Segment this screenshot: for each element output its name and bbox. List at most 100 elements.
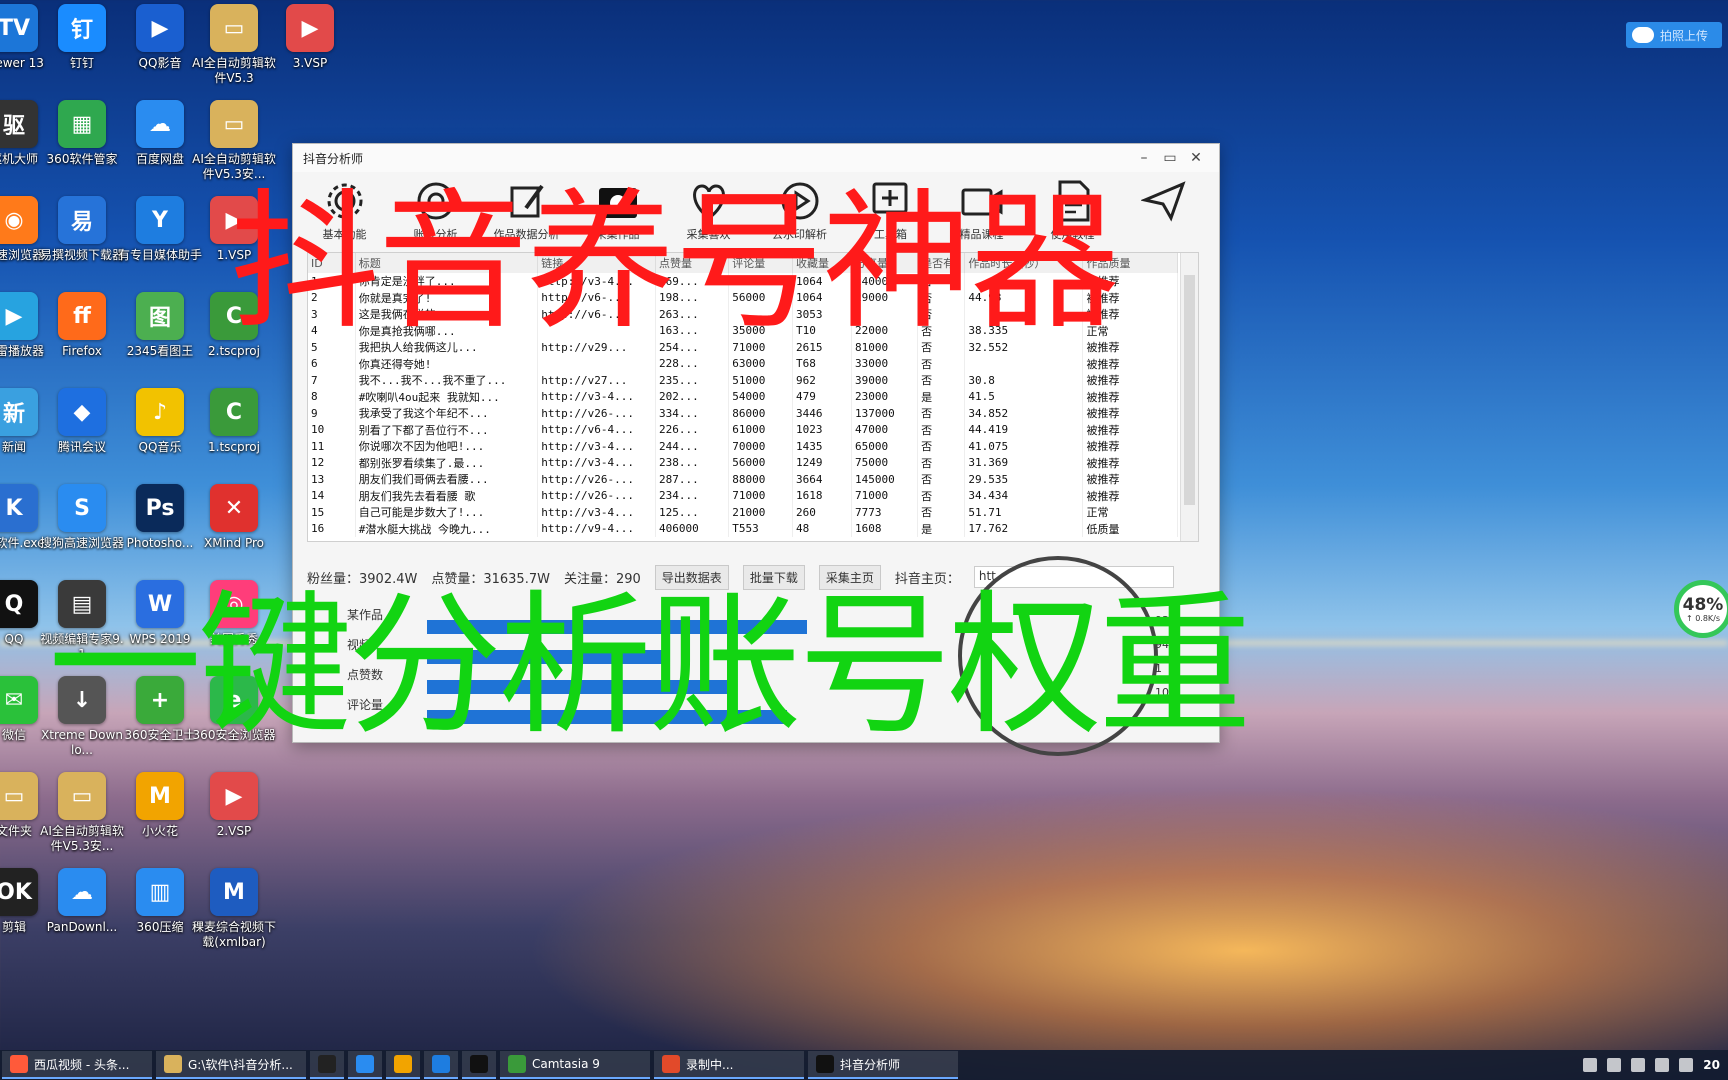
table-cell: 自己可能是步数大了!... <box>355 504 539 521</box>
desktop-icon[interactable]: ✕ XMind Pro <box>192 484 276 551</box>
table-cell: 3446 <box>792 405 853 422</box>
taskbar-app[interactable] <box>386 1051 420 1079</box>
desktop-icon[interactable]: ▶ 3.VSP <box>268 4 352 71</box>
taskbar-app[interactable] <box>424 1051 458 1079</box>
table-cell: 否 <box>917 421 966 438</box>
desktop-icon[interactable]: ▭ AI全自动剪辑软件V5.3 <box>192 4 276 86</box>
table-cell: 17.762 <box>964 520 1084 537</box>
desktop-icon[interactable]: ▦ 360软件管家 <box>40 100 124 167</box>
table-cell: 30.8 <box>964 372 1084 389</box>
table-cell: http://v26-... <box>537 471 657 488</box>
table-row[interactable]: 8 #吹喇叭4ou起来 我就知... http://v3-4... 202... 540… <box>308 388 1178 405</box>
tray-icon[interactable] <box>1655 1058 1670 1072</box>
table-cell: 否 <box>917 405 966 422</box>
table-cell: #吹喇叭4ou起来 我就知... <box>355 388 539 405</box>
table-row[interactable]: 9 我承受了我这个年纪不... http://v26-... 334... 86000 3… <box>308 405 1178 422</box>
table-cell: #潜水艇大挑战 今晚九... <box>355 520 539 537</box>
table-cell: 1249 <box>792 454 853 471</box>
desktop-icon[interactable]: Ps Photosho... <box>118 484 202 551</box>
table-cell: http://v26-... <box>537 487 657 504</box>
table-cell: 51.71 <box>964 504 1084 521</box>
maximize-button[interactable]: ▭ <box>1157 150 1183 166</box>
window-title: 抖音分析师 <box>303 151 364 166</box>
desktop-icon-label: AI全自动剪辑软件V5.3 <box>192 56 276 85</box>
table-cell: 否 <box>917 504 966 521</box>
desktop-icon[interactable]: ▥ 360压缩 <box>118 868 202 935</box>
desktop-icon[interactable]: ▶ 2.VSP <box>192 772 276 839</box>
overlay-headline-green: 一键分析账号权重 <box>48 577 1252 756</box>
close-button[interactable]: ✕ <box>1183 150 1209 166</box>
desktop-icon[interactable]: 易易撰视频下载器 <box>40 196 124 263</box>
tray-icon[interactable] <box>1583 1058 1598 1072</box>
desktop-icon[interactable]: 图 2345看图王 <box>118 292 202 359</box>
clock[interactable]: 20 <box>1703 1058 1720 1072</box>
cloud-upload-button[interactable]: 拍照上传 <box>1626 22 1722 48</box>
table-cell: 否 <box>917 454 966 471</box>
app-icon: OK <box>0 868 38 916</box>
app-icon: ▭ <box>210 4 258 52</box>
table-cell: 被推荐 <box>1082 487 1178 504</box>
taskbar-app[interactable]: Camtasia 9 <box>500 1051 650 1079</box>
taskbar-app[interactable] <box>462 1051 496 1079</box>
desktop-icon[interactable]: S 搜狗高速浏览器 <box>40 484 124 551</box>
taskbar-app[interactable] <box>310 1051 344 1079</box>
scrollbar-thumb[interactable] <box>1184 275 1195 505</box>
table-cell: 被推荐 <box>1082 388 1178 405</box>
desktop-icon[interactable]: ▶ QQ影音 <box>118 4 202 71</box>
volume-icon[interactable] <box>1679 1058 1694 1072</box>
table-row[interactable]: 16 #潜水艇大挑战 今晚九... http://v9-4... 406000 T553… <box>308 520 1178 537</box>
table-cell: 56000 <box>728 454 794 471</box>
desktop-icon[interactable]: M 小火花 <box>118 772 202 839</box>
network-percent: 48% <box>1682 594 1724 615</box>
table-cell: 8 <box>308 388 356 405</box>
taskbar-app-label: 西瓜视频 - 头条... <box>34 1057 130 1072</box>
desktop-icon[interactable]: ☁ 百度网盘 <box>118 100 202 167</box>
overlay-headline-red: 抖音养号神器 <box>230 176 1120 350</box>
taskbar-app[interactable] <box>348 1051 382 1079</box>
desktop-icon[interactable]: Y 有专目媒体助手 <box>118 196 202 263</box>
table-row[interactable]: 10 别看了下都了吾位行不... http://v6-4... 226... 61000… <box>308 421 1178 438</box>
table-scrollbar[interactable] <box>1180 253 1198 541</box>
tray-icon[interactable] <box>1607 1058 1622 1072</box>
desktop-icon[interactable]: ☁ PanDownl... <box>40 868 124 935</box>
desktop-icon[interactable]: C 1.tscproj <box>192 388 276 455</box>
table-cell: 3664 <box>792 471 853 488</box>
table-cell: 1608 <box>851 520 919 537</box>
desktop-icon[interactable]: M 稞麦综合视频下载(xmlbar) <box>192 868 276 950</box>
taskbar-app[interactable]: G:\软件\抖音分析... <box>156 1051 306 1079</box>
desktop-icon-label: 稞麦综合视频下载(xmlbar) <box>192 920 277 949</box>
tray-icon[interactable] <box>1631 1058 1646 1072</box>
app-icon: ♪ <box>136 388 184 436</box>
network-meter[interactable]: 48% ↑ 0.8K/s <box>1674 580 1728 638</box>
desktop-icon[interactable]: ♪ QQ音乐 <box>118 388 202 455</box>
app-icon: ▥ <box>136 868 184 916</box>
table-cell: http://v26-... <box>537 405 657 422</box>
cloud-upload-label: 拍照上传 <box>1660 28 1709 43</box>
minimize-button[interactable]: – <box>1131 150 1157 166</box>
table-row[interactable]: 11 你说哪次不因为他吧!... http://v3-4... 244... 70000… <box>308 438 1178 455</box>
app-icon: Ps <box>136 484 184 532</box>
taskbar-app-icon <box>318 1055 336 1073</box>
table-row[interactable]: 12 都别张罗看续集了.最... http://v3-4... 238... 56000… <box>308 454 1178 471</box>
table-row[interactable]: 15 自己可能是步数大了!... http://v3-4... 125... 21000… <box>308 504 1178 521</box>
desktop-icon[interactable]: ◆ 腾讯会议 <box>40 388 124 455</box>
desktop-icon-label: 2345看图王 <box>126 344 194 358</box>
taskbar-app[interactable]: 抖音分析师 <box>808 1051 958 1079</box>
table-cell: 21000 <box>728 504 794 521</box>
desktop-icon[interactable]: 钉钉钉 <box>40 4 124 71</box>
table-row[interactable]: 7 我不...我不...我不重了... http://v27... 235... 510… <box>308 372 1178 389</box>
taskbar-app[interactable]: 录制中... <box>654 1051 804 1079</box>
table-row[interactable]: 13 朋友们我们哥俩去看腰... http://v26-... 287... 88000… <box>308 471 1178 488</box>
desktop-icon[interactable]: ff Firefox <box>40 292 124 359</box>
taskbar-app[interactable]: 西瓜视频 - 头条... <box>2 1051 152 1079</box>
app-icon: C <box>210 388 258 436</box>
desktop-icon[interactable]: ▭ AI全自动剪辑软件V5.3安... <box>40 772 124 854</box>
desktop-icon-label: 有专目媒体助手 <box>118 248 203 262</box>
toolbar-button[interactable] <box>1118 178 1209 226</box>
table-cell: 16 <box>308 520 356 537</box>
table-cell: 1618 <box>792 487 853 504</box>
app-icon: ▶ <box>210 772 258 820</box>
app-icon: ff <box>58 292 106 340</box>
table-row[interactable]: 14 朋友们我先去看看腰 歌 http://v26-... 234... 71000 16… <box>308 487 1178 504</box>
table-cell: 被推荐 <box>1082 421 1178 438</box>
